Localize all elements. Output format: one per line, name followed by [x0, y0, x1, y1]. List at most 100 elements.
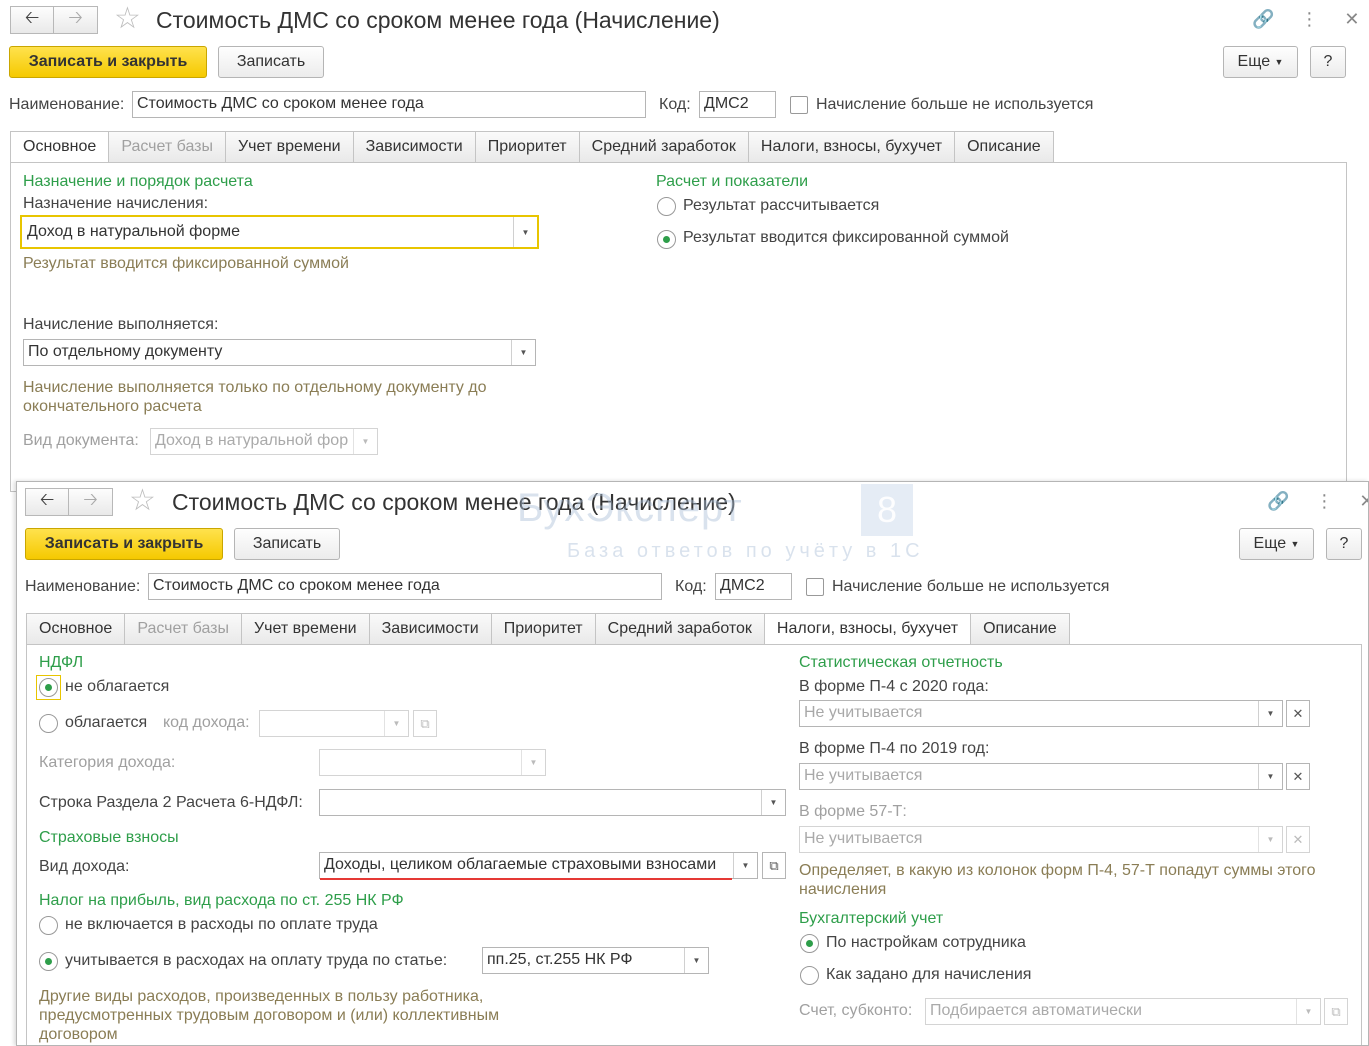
- dropdown-arrow-icon[interactable]: ▼: [733, 853, 757, 878]
- tab-base-calc[interactable]: Расчет базы: [109, 131, 226, 163]
- tab-time-accounting[interactable]: Учет времени: [242, 613, 370, 645]
- favorite-star-icon[interactable]: ☆: [129, 486, 156, 516]
- line6-select[interactable]: ▼: [319, 789, 786, 816]
- calc-result-radio[interactable]: [657, 197, 676, 216]
- income-code-select[interactable]: ▼: [259, 710, 409, 737]
- article-value: пп.25, ст.255 НК РФ: [487, 951, 633, 968]
- purpose-select[interactable]: Доход в натуральной форме ▼: [20, 215, 539, 249]
- open-icon[interactable]: ⧉: [1324, 998, 1348, 1025]
- insurance-title: Страховые взносы: [39, 829, 179, 846]
- account-value: Подбирается автоматически: [930, 1002, 1142, 1019]
- dropdown-arrow-icon[interactable]: ▼: [384, 711, 408, 736]
- dropdown-arrow-icon[interactable]: ▼: [353, 429, 377, 454]
- watermark-tagline: База ответов по учёту в 1С: [567, 540, 924, 562]
- name-input[interactable]: Стоимость ДМС со сроком менее года: [148, 573, 662, 600]
- help-button[interactable]: ?: [1326, 528, 1362, 560]
- forward-arrow-icon[interactable]: 🡢: [54, 6, 98, 34]
- more-button[interactable]: Еще ▼: [1239, 528, 1314, 560]
- article-select[interactable]: пп.25, ст.255 НК РФ ▼: [482, 947, 709, 974]
- acc-accrual-radio[interactable]: [800, 966, 819, 985]
- fixed-sum-radio[interactable]: [657, 230, 676, 249]
- dropdown-arrow-icon[interactable]: ▼: [761, 790, 785, 815]
- tab-taxes[interactable]: Налоги, взносы, бухучет: [764, 613, 972, 645]
- nav-buttons: 🡠 🡢: [25, 488, 113, 516]
- back-arrow-icon[interactable]: 🡠: [10, 6, 54, 34]
- save-button[interactable]: Записать: [234, 528, 340, 560]
- unused-checkbox[interactable]: [806, 578, 824, 596]
- favorite-star-icon[interactable]: ☆: [114, 4, 141, 34]
- link-icon[interactable]: 🔗: [1252, 9, 1274, 30]
- name-input[interactable]: Стоимость ДМС со сроком менее года: [132, 91, 646, 118]
- close-icon[interactable]: ✕: [1344, 9, 1359, 30]
- link-icon[interactable]: 🔗: [1267, 491, 1289, 512]
- dropdown-arrow-icon[interactable]: ▼: [521, 750, 545, 775]
- accounting-title: Бухгалтерский учет: [799, 910, 944, 927]
- code-value: ДМС2: [720, 577, 765, 594]
- dropdown-arrow-icon[interactable]: ▼: [1258, 827, 1282, 852]
- exec-select[interactable]: По отдельному документу ▼: [23, 339, 536, 366]
- f57-value: Не учитывается: [804, 830, 923, 847]
- tab-dependencies[interactable]: Зависимости: [353, 131, 476, 163]
- dropdown-arrow-icon[interactable]: ▼: [513, 217, 537, 247]
- tab-base-calc[interactable]: Расчет базы: [125, 613, 242, 645]
- code-input[interactable]: ДМС2: [699, 91, 776, 118]
- tab-time-accounting[interactable]: Учет времени: [226, 131, 354, 163]
- save-button[interactable]: Записать: [218, 46, 324, 78]
- ndfl-title: НДФЛ: [39, 654, 84, 671]
- more-button[interactable]: Еще ▼: [1223, 46, 1298, 78]
- clear-icon[interactable]: ✕: [1286, 700, 1310, 727]
- tab-description[interactable]: Описание: [955, 131, 1054, 163]
- chevron-down-icon: ▼: [1290, 539, 1300, 549]
- highlight-underline: [320, 878, 732, 880]
- forward-arrow-icon[interactable]: 🡢: [69, 488, 113, 516]
- tab-dependencies[interactable]: Зависимости: [369, 613, 492, 645]
- more-vertical-icon[interactable]: ⋮: [1300, 9, 1318, 30]
- tab-average-earnings[interactable]: Средний заработок: [595, 613, 765, 645]
- tab-description[interactable]: Описание: [971, 613, 1070, 645]
- code-input[interactable]: ДМС2: [715, 573, 792, 600]
- dropdown-arrow-icon[interactable]: ▼: [1296, 999, 1320, 1024]
- stat-reporting-title: Статистическая отчетность: [799, 654, 1003, 671]
- stat-hint: Определяет, в какую из колонок форм П-4,…: [799, 862, 1316, 898]
- tab-main[interactable]: Основное: [10, 131, 110, 163]
- open-icon[interactable]: ⧉: [413, 710, 437, 737]
- ndfl-not-taxed-radio[interactable]: [39, 678, 58, 697]
- save-and-close-button[interactable]: Записать и закрыть: [25, 528, 223, 560]
- name-value: Стоимость ДМС со сроком менее года: [137, 95, 424, 112]
- doc-type-select[interactable]: Доход в натуральной фор ▼: [150, 428, 378, 455]
- unused-checkbox[interactable]: [790, 96, 808, 114]
- dropdown-arrow-icon[interactable]: ▼: [1258, 701, 1282, 726]
- p4-2020-select[interactable]: Не учитывается ▼: [799, 700, 1283, 727]
- account-select[interactable]: Подбирается автоматически ▼: [925, 998, 1321, 1025]
- tab-priority[interactable]: Приоритет: [491, 613, 596, 645]
- p4-2019-value: Не учитывается: [804, 767, 923, 784]
- tab-average-earnings[interactable]: Средний заработок: [579, 131, 749, 163]
- profit-included-radio[interactable]: [39, 952, 58, 971]
- back-arrow-icon[interactable]: 🡠: [25, 488, 69, 516]
- income-type-select[interactable]: Доходы, целиком облагаемые страховыми вз…: [319, 852, 758, 879]
- tab-priority[interactable]: Приоритет: [475, 131, 580, 163]
- profit-hint: Другие виды расходов, произведенных в по…: [39, 988, 500, 1043]
- ndfl-taxed-radio[interactable]: [39, 714, 58, 733]
- dropdown-arrow-icon[interactable]: ▼: [684, 948, 708, 973]
- profit-not-included-radio[interactable]: [39, 916, 58, 935]
- clear-icon[interactable]: ✕: [1286, 826, 1310, 853]
- p4-2019-select[interactable]: Не учитывается ▼: [799, 763, 1283, 790]
- f57-select[interactable]: Не учитывается ▼: [799, 826, 1283, 853]
- open-icon[interactable]: ⧉: [762, 852, 786, 879]
- profit-included-label: учитывается в расходах на оплату труда п…: [65, 952, 448, 969]
- income-category-select[interactable]: ▼: [319, 749, 546, 776]
- tab-main[interactable]: Основное: [26, 613, 126, 645]
- dropdown-arrow-icon[interactable]: ▼: [511, 340, 535, 365]
- acc-employee-radio[interactable]: [800, 934, 819, 953]
- dropdown-arrow-icon[interactable]: ▼: [1258, 764, 1282, 789]
- clear-icon[interactable]: ✕: [1286, 763, 1310, 790]
- close-icon[interactable]: ✕: [1359, 491, 1368, 512]
- code-value: ДМС2: [704, 95, 749, 112]
- window-title: Стоимость ДМС со сроком менее года (Начи…: [156, 7, 720, 33]
- more-vertical-icon[interactable]: ⋮: [1315, 491, 1333, 512]
- help-button[interactable]: ?: [1310, 46, 1346, 78]
- tab-taxes[interactable]: Налоги, взносы, бухучет: [748, 131, 956, 163]
- window-controls: 🔗 ⋮ ✕: [1252, 9, 1360, 30]
- save-and-close-button[interactable]: Записать и закрыть: [9, 46, 207, 78]
